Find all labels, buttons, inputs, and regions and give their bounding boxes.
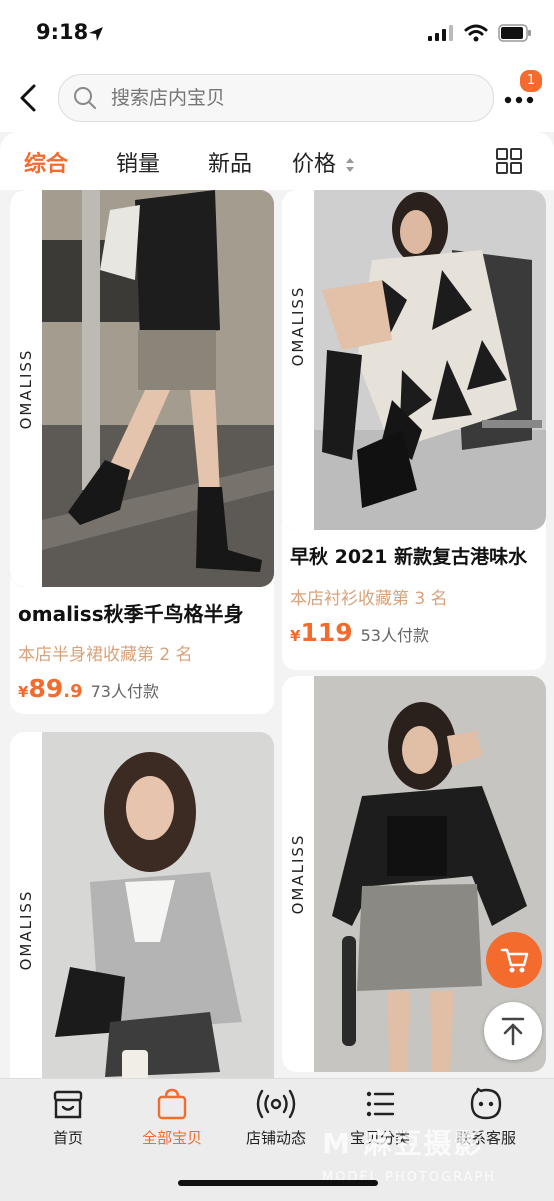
product-card[interactable]: OMALISS [10,732,274,1092]
status-indicators [428,24,532,42]
price-symbol: ¥ [290,627,301,645]
notification-badge: 1 [518,68,544,94]
location-arrow-icon [89,27,103,41]
brand-label: OMALISS [289,833,307,915]
product-price: ¥89.9 [18,674,83,703]
home-indicator [178,1180,378,1186]
nav-label: 首页 [52,1129,83,1147]
tab-sales[interactable]: 销量 [116,146,160,178]
brand-strip: OMALISS [10,190,42,587]
shopping-bag-icon [157,1088,187,1120]
arrow-up-icon [501,1017,525,1046]
price-symbol: ¥ [18,683,29,701]
list-icon [366,1091,395,1117]
product-image[interactable]: OMALISS [10,190,274,587]
price-decimal: .9 [63,681,83,702]
more-button[interactable]: 1 [500,68,544,120]
brand-label: OMALISS [17,348,35,429]
product-image[interactable]: OMALISS [282,190,546,530]
product-title[interactable]: 早秋 2021 新款复古港味水 [290,542,540,569]
product-card[interactable]: OMALISS omaliss秋季千鸟格半身 本店半身裙收藏第 2 名 ¥89.… [10,190,274,714]
status-bar: 9:18 [0,0,554,62]
product-rank: 本店衬衫收藏第 3 名 [290,589,448,609]
product-sales: 53人付款 [360,626,429,645]
watermark: M 麻豆摄影 [322,1127,484,1160]
tab-comprehensive[interactable]: 综合 [24,146,68,178]
status-time: 9:18 [36,20,89,44]
cart-icon [500,948,529,973]
tab-price-label: 价格 [292,152,337,177]
nav-all-items[interactable]: 全部宝贝 [122,1087,222,1148]
signal-icon [428,25,453,41]
price-row: ¥89.9 73人付款 [18,674,159,703]
search-input[interactable] [109,75,473,121]
product-card[interactable]: OMALISS 早秋 2021 新款复古港味水 本店衬衫收藏第 3 名 ¥119… [282,190,546,670]
product-price: ¥119 [290,618,353,647]
nav-label: 店铺动态 [245,1129,306,1147]
brand-strip: OMALISS [282,676,314,1072]
product-photo [10,732,274,1092]
sort-toggle-icon [346,158,355,172]
brand-strip: OMALISS [282,190,314,530]
battery-icon [498,24,531,42]
tab-new[interactable]: 新品 [208,146,252,178]
product-rank: 本店半身裙收藏第 2 名 [18,645,193,665]
nav-label: 全部宝贝 [141,1129,202,1147]
broadcast-icon [256,1089,296,1119]
wifi-icon [464,24,488,42]
product-photo [282,190,546,530]
nav-home[interactable]: 首页 [18,1087,118,1148]
back-to-top-button[interactable] [484,1002,542,1060]
nav-shop-updates[interactable]: 店铺动态 [226,1087,326,1148]
search-box[interactable] [58,74,494,122]
storefront-icon [53,1090,83,1119]
price-integer: 89 [28,674,64,703]
brand-label: OMALISS [17,889,35,971]
search-icon [74,87,96,109]
tab-price[interactable]: 价格 [292,146,355,178]
cart-button[interactable] [486,932,542,988]
search-header: 1 [0,62,554,132]
price-integer: 119 [300,618,353,647]
grid-layout-icon[interactable] [496,148,522,174]
sort-bar: 综合 销量 新品 价格 [0,132,554,190]
back-button[interactable] [14,80,44,116]
product-sales: 73人付款 [90,682,159,701]
chat-face-icon [470,1087,502,1120]
more-dots-icon [504,96,534,104]
product-image[interactable]: OMALISS [10,732,274,1092]
brand-label: OMALISS [289,285,307,367]
product-photo [10,190,274,587]
product-title[interactable]: omaliss秋季千鸟格半身 [18,598,268,627]
brand-strip: OMALISS [10,732,42,1092]
price-row: ¥119 53人付款 [290,618,429,647]
